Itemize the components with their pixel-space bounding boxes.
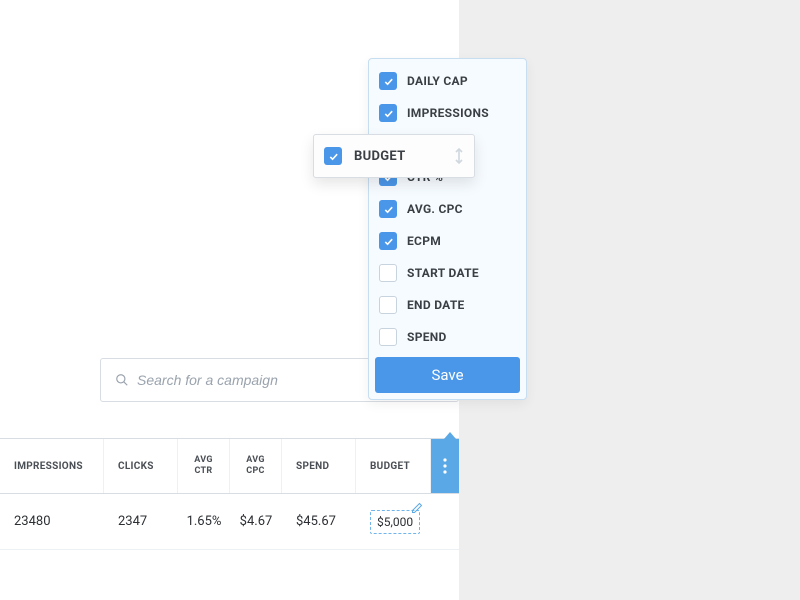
column-option-label: AVG. CPC (407, 202, 463, 216)
col-impressions[interactable]: IMPRESSIONS (0, 439, 104, 493)
col-avg-cpc[interactable]: AVGCPC (230, 439, 282, 493)
cell-spend: $45.67 (282, 494, 356, 549)
column-option-end-date[interactable]: END DATE (375, 289, 520, 321)
column-option-start-date[interactable]: START DATE (375, 257, 520, 289)
more-vertical-icon (443, 458, 447, 474)
column-option-daily-cap[interactable]: DAILY CAP (375, 65, 520, 97)
popover-caret-icon (444, 432, 456, 439)
column-option-spend[interactable]: SPEND (375, 321, 520, 353)
search-icon (115, 373, 129, 387)
checkbox-icon[interactable] (379, 104, 397, 122)
column-option-ecpm[interactable]: ECPM (375, 225, 520, 257)
column-option-label: END DATE (407, 298, 465, 312)
cell-impressions: 23480 (0, 494, 104, 549)
cell-budget[interactable]: $5,000 (356, 494, 431, 549)
col-avg-ctr[interactable]: AVGCTR (178, 439, 230, 493)
col-budget[interactable]: BUDGET (356, 439, 431, 493)
edit-icon[interactable] (411, 502, 423, 514)
table-row: 23480 2347 1.65% $4.67 $45.67 $5,000 (0, 494, 459, 550)
col-clicks[interactable]: CLICKS (104, 439, 178, 493)
column-option-label: IMPRESSIONS (407, 106, 489, 120)
checkbox-icon[interactable] (379, 72, 397, 90)
column-settings-button[interactable] (431, 439, 459, 493)
checkbox-icon[interactable] (379, 264, 397, 282)
drag-handle-icon[interactable] (454, 148, 464, 164)
col-spend[interactable]: SPEND (282, 439, 356, 493)
column-option-label: START DATE (407, 266, 479, 280)
cell-avg-ctr: 1.65% (178, 494, 230, 549)
column-option-label: SPEND (407, 330, 447, 344)
table-header-row: IMPRESSIONS CLICKS AVGCTR AVGCPC SPEND B… (0, 438, 459, 494)
column-option-label: DAILY CAP (407, 74, 468, 88)
cell-avg-cpc: $4.67 (230, 494, 282, 549)
dragging-column-chip[interactable]: BUDGET (313, 134, 475, 178)
checkbox-icon[interactable] (379, 328, 397, 346)
checkbox-icon[interactable] (379, 200, 397, 218)
checkbox-icon[interactable] (324, 147, 342, 165)
column-option-impressions[interactable]: IMPRESSIONS (375, 97, 520, 129)
column-settings-popover: DAILY CAP IMPRESSIONS CTR % AVG. CPC ECP… (368, 58, 527, 400)
column-option-label: ECPM (407, 234, 441, 248)
checkbox-icon[interactable] (379, 232, 397, 250)
save-button[interactable]: Save (375, 357, 520, 393)
cell-clicks: 2347 (104, 494, 178, 549)
checkbox-icon[interactable] (379, 296, 397, 314)
column-option-avg-cpc[interactable]: AVG. CPC (375, 193, 520, 225)
dragging-column-label: BUDGET (354, 149, 454, 164)
campaign-table: IMPRESSIONS CLICKS AVGCTR AVGCPC SPEND B… (0, 438, 459, 550)
